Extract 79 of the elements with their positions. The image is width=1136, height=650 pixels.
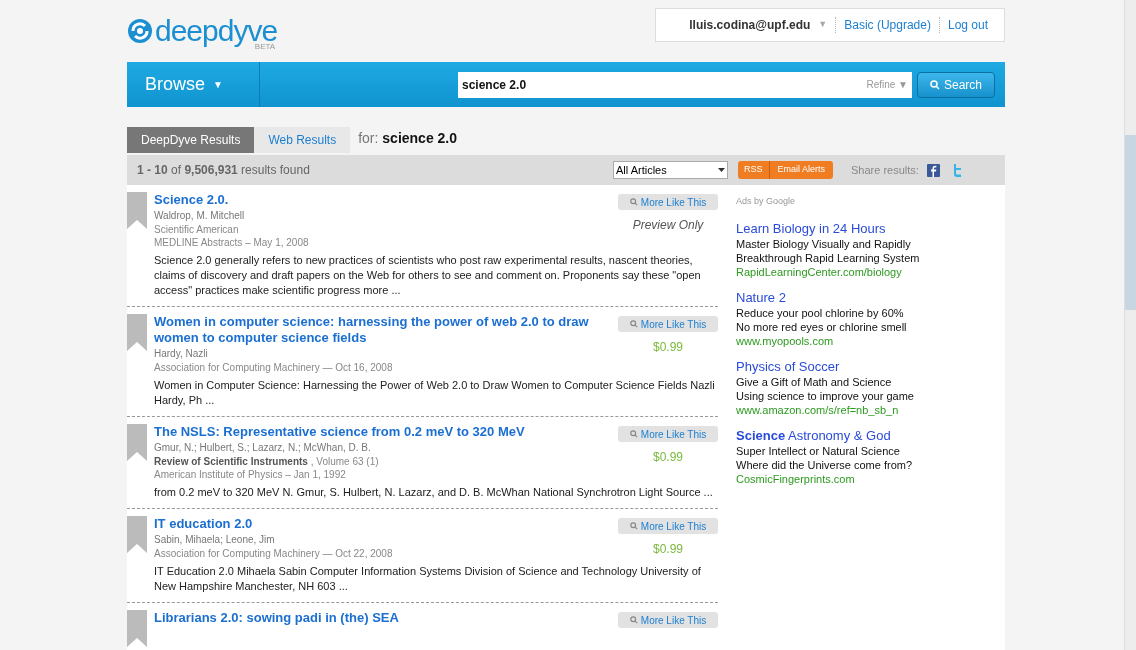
result-title-link[interactable]: Science 2.0. xyxy=(154,192,610,208)
ad-url-link[interactable]: RapidLearningCenter.com/biology xyxy=(736,264,996,279)
result-title-link[interactable]: The NSLS: Representative science from 0.2 meV to 320 MeV xyxy=(154,424,610,440)
rss-button[interactable]: RSS xyxy=(738,161,770,179)
ad-title-link[interactable]: Physics of Soccer xyxy=(736,358,996,375)
logout-link[interactable]: Log out xyxy=(947,16,988,34)
bookmark-icon[interactable] xyxy=(127,192,147,229)
ad-title-link[interactable]: Learn Biology in 24 Hours xyxy=(736,220,996,237)
result-title-link[interactable]: IT education 2.0 xyxy=(154,516,610,532)
result-snippet: IT Education 2.0 Mihaela Sabin Computer Information Systems Division of Science and Technology University of New Hampshire Manchester, NH 603 ... xyxy=(154,564,702,594)
logo-swirl-icon xyxy=(127,18,153,44)
results-tab[interactable]: DeepDyve Results xyxy=(127,127,255,153)
result-authors: Gmur, N.; Hulbert, S.; Lazarz, N.; McWhan, D. B. xyxy=(154,441,372,455)
logo-text[interactable]: deepdyve xyxy=(155,16,278,46)
ads-label: Ads by Google xyxy=(736,195,797,208)
ad-text: No more red eyes or chlorine smell xyxy=(736,319,908,334)
ad-text: Give a Gift of Math and Science xyxy=(736,374,893,389)
price-label: $0.99 xyxy=(653,339,683,356)
result-source: Association for Computing Machinery — Oct 16, 2008 xyxy=(154,361,394,374)
caret-icon xyxy=(718,168,725,172)
bookmark-icon[interactable] xyxy=(127,516,147,553)
ad-text: Using science to improve your game xyxy=(736,388,915,403)
result-title-link[interactable]: Women in computer science: harnessing the power of web 2.0 to draw women to computer science fields xyxy=(154,314,610,346)
ad-text: Where did the Universe come from? xyxy=(736,457,914,472)
result-authors: Hardy, Nazli xyxy=(154,347,209,361)
result-authors: Waldrop, M. Mitchell xyxy=(154,209,246,223)
ad-url-link[interactable]: www.myopools.com xyxy=(736,333,996,348)
facebook-icon[interactable] xyxy=(926,163,940,177)
search-icon xyxy=(629,198,638,206)
query-label: for: science 2.0 xyxy=(358,129,458,148)
ad-title-link[interactable]: Nature 2 xyxy=(736,289,996,306)
ad-text: Super Intellect or Natural Science xyxy=(736,443,901,458)
result-source: MEDLINE Abstracts – May 1, 2008 xyxy=(154,236,310,249)
bookmark-icon[interactable] xyxy=(127,314,147,351)
results-count: 1 - 10 of 9,506,931 results found xyxy=(137,162,311,179)
ad-url-link[interactable]: www.amazon.com/s/ref=nb_sb_n xyxy=(736,402,996,417)
search-field[interactable]: science 2.0 Refine ▼ xyxy=(458,71,912,98)
ad-text: Master Biology Visually and Rapidly xyxy=(736,236,912,251)
search-button[interactable]: Search xyxy=(917,71,995,98)
search-icon xyxy=(930,79,940,90)
result-source: Association for Computing Machinery — Oct 22, 2008 xyxy=(154,547,394,560)
caret-icon[interactable]: ▼ xyxy=(213,77,223,92)
plan-link[interactable]: Basic (Upgrade) xyxy=(844,16,931,34)
result-snippet: Science 2.0 generally refers to new practices of scientists who post raw experimental results, nascent theories, claims of discovery and draft papers on the Web for others to see and comment on. Proponents say these "open access" practices make scientific progress more ... xyxy=(154,253,702,298)
ad-text: Breakthrough Rapid Learning System xyxy=(736,250,921,265)
more-like-this-button[interactable]: More Like This xyxy=(618,426,718,442)
preview-label: Preview Only xyxy=(632,217,704,234)
scrollbar[interactable] xyxy=(1124,0,1136,650)
more-like-this-button[interactable]: More Like This xyxy=(618,316,718,332)
user-email[interactable]: lluis.codina@upf.edu xyxy=(689,16,811,34)
search-icon xyxy=(629,616,638,624)
result-title-link[interactable]: Librarians 2.0: sowing padi in (the) SEA xyxy=(154,610,610,626)
result-source: American Institute of Physics – Jan 1, 1992 xyxy=(154,468,347,481)
ad-title-link[interactable]: Science Astronomy & God xyxy=(736,427,996,444)
bookmark-icon[interactable] xyxy=(127,610,147,647)
article-filter-dropdown[interactable]: All Articles xyxy=(613,161,728,179)
browse-menu[interactable]: Browse ▼ xyxy=(127,62,260,107)
price-label: $0.99 xyxy=(653,449,683,466)
bookmark-icon[interactable] xyxy=(127,424,147,461)
refine-dropdown[interactable]: Refine ▼ xyxy=(866,77,908,92)
result-authors: Sabin, Mihaela; Leone, Jim xyxy=(154,533,276,547)
twitter-icon[interactable] xyxy=(951,163,963,177)
result-snippet: from 0.2 meV to 320 MeV N. Gmur, S. Hulbert, N. Lazarz, and D. B. McWhan National Synchrotron Light Source ... xyxy=(154,485,714,500)
result-snippet: Women in Computer Science: Harnessing the Power of Web 2.0 to Draw Women to Computer Science Fields Nazli Hardy, Ph ... xyxy=(154,378,716,408)
share-label: Share results: xyxy=(851,162,919,178)
search-icon xyxy=(629,522,638,530)
result-source: Scientific American xyxy=(154,223,240,236)
price-label: $0.99 xyxy=(653,541,683,558)
search-icon xyxy=(629,320,638,328)
more-like-this-button[interactable]: More Like This xyxy=(618,612,718,628)
search-icon xyxy=(629,430,638,438)
email-alerts-button[interactable]: Email Alerts xyxy=(769,161,834,179)
result-source: Review of Scientific Instruments , Volume 63 (1) xyxy=(154,455,380,468)
caret-icon[interactable]: ▼ xyxy=(818,18,828,32)
results-tab[interactable]: Web Results xyxy=(254,127,351,153)
ad-url-link[interactable]: CosmicFingerprints.com xyxy=(736,471,996,486)
more-like-this-button[interactable]: More Like This xyxy=(618,194,718,210)
ad-text: Reduce your pool chlorine by 60% xyxy=(736,305,905,320)
more-like-this-button[interactable]: More Like This xyxy=(618,518,718,534)
